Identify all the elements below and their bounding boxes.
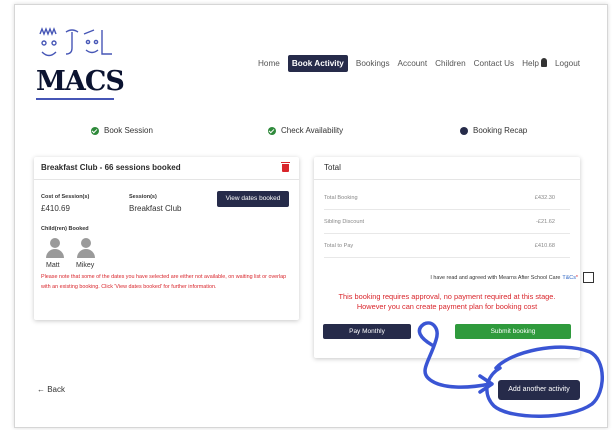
nav-home[interactable]: Home	[258, 59, 280, 68]
nav-bookings[interactable]: Bookings	[356, 59, 390, 68]
child-avatar-icon	[45, 238, 65, 262]
row-label: Total Booking	[324, 195, 358, 201]
row-label: Sibling Discount	[324, 219, 365, 225]
child-avatar-icon	[76, 238, 96, 262]
cost-label: Cost of Session(s)	[41, 194, 90, 200]
row-value: -£21.62	[536, 219, 555, 225]
session-label: Session(s)	[129, 194, 157, 200]
nav-book-activity[interactable]: Book Activity	[287, 54, 348, 72]
back-link[interactable]: ← Back	[37, 385, 65, 394]
nav-help[interactable]: Help	[522, 58, 547, 68]
booking-title: Breakfast Club - 66 sessions booked	[41, 163, 181, 172]
add-another-activity-button[interactable]: Add another activity	[498, 380, 580, 400]
total-row-booking: Total Booking £432.30	[324, 187, 570, 210]
step-label: Book Session	[104, 126, 153, 135]
row-value: £410.68	[534, 243, 555, 249]
logo-faces-icon	[36, 26, 116, 62]
main-nav: Home Book Activity Bookings Account Chil…	[254, 54, 584, 72]
cost-value: £410.69	[41, 204, 70, 213]
check-circle-icon	[268, 126, 276, 135]
step-book-session: Book Session	[91, 126, 153, 135]
pay-monthly-button[interactable]: Pay Monthly	[323, 324, 411, 339]
terms-agreement: I have read and agreed with Mearns After…	[430, 272, 594, 283]
children-label: Child(ren) Booked	[41, 226, 89, 232]
step-label: Check Availability	[281, 126, 344, 135]
nav-account[interactable]: Account	[398, 59, 428, 68]
check-circle-icon	[91, 126, 99, 135]
help-person-icon	[540, 58, 547, 67]
child-name: Matt	[46, 262, 60, 269]
total-row-to-pay: Total to Pay £410.68	[324, 235, 570, 258]
session-value: Breakfast Club	[129, 204, 182, 213]
trash-icon[interactable]	[281, 162, 290, 172]
nav-children[interactable]: Children	[435, 59, 466, 68]
required-mark: *	[575, 274, 578, 281]
terms-link[interactable]: T&Cs	[562, 275, 575, 281]
terms-checkbox[interactable]	[583, 272, 594, 283]
logo-underline	[36, 98, 114, 100]
step-check-availability: Check Availability	[268, 126, 343, 135]
macs-logo[interactable]: MACS	[36, 26, 125, 100]
submit-booking-button[interactable]: Submit booking	[455, 324, 571, 339]
booking-summary-card: Breakfast Club - 66 sessions booked	[34, 157, 299, 320]
row-value: £432.30	[534, 195, 555, 201]
approval-line-2: However you can create payment plan for …	[356, 302, 538, 311]
nav-logout[interactable]: Logout	[555, 59, 580, 68]
total-row-discount: Sibling Discount -£21.62	[324, 211, 570, 234]
step-booking-recap: Booking Recap	[460, 126, 527, 135]
step-label: Booking Recap	[473, 126, 528, 135]
nav-contact-us[interactable]: Contact Us	[474, 59, 515, 68]
total-card-header: Total	[314, 157, 580, 180]
approval-line-1: This booking requires approval, no payme…	[338, 292, 556, 301]
logo-wordmark: MACS	[36, 66, 125, 97]
nav-help-label: Help	[522, 59, 539, 68]
approval-notice: This booking requires approval, no payme…	[314, 292, 580, 312]
view-dates-button[interactable]: View dates booked	[217, 191, 289, 207]
terms-text: I have read and agreed with Mearns After…	[430, 274, 561, 281]
row-label: Total to Pay	[324, 243, 354, 249]
child-name: Mikey	[76, 262, 95, 269]
booking-card-header: Breakfast Club - 66 sessions booked	[34, 157, 299, 180]
current-step-dot-icon	[460, 126, 468, 135]
availability-warning: Please note that some of the dates you h…	[41, 274, 287, 290]
